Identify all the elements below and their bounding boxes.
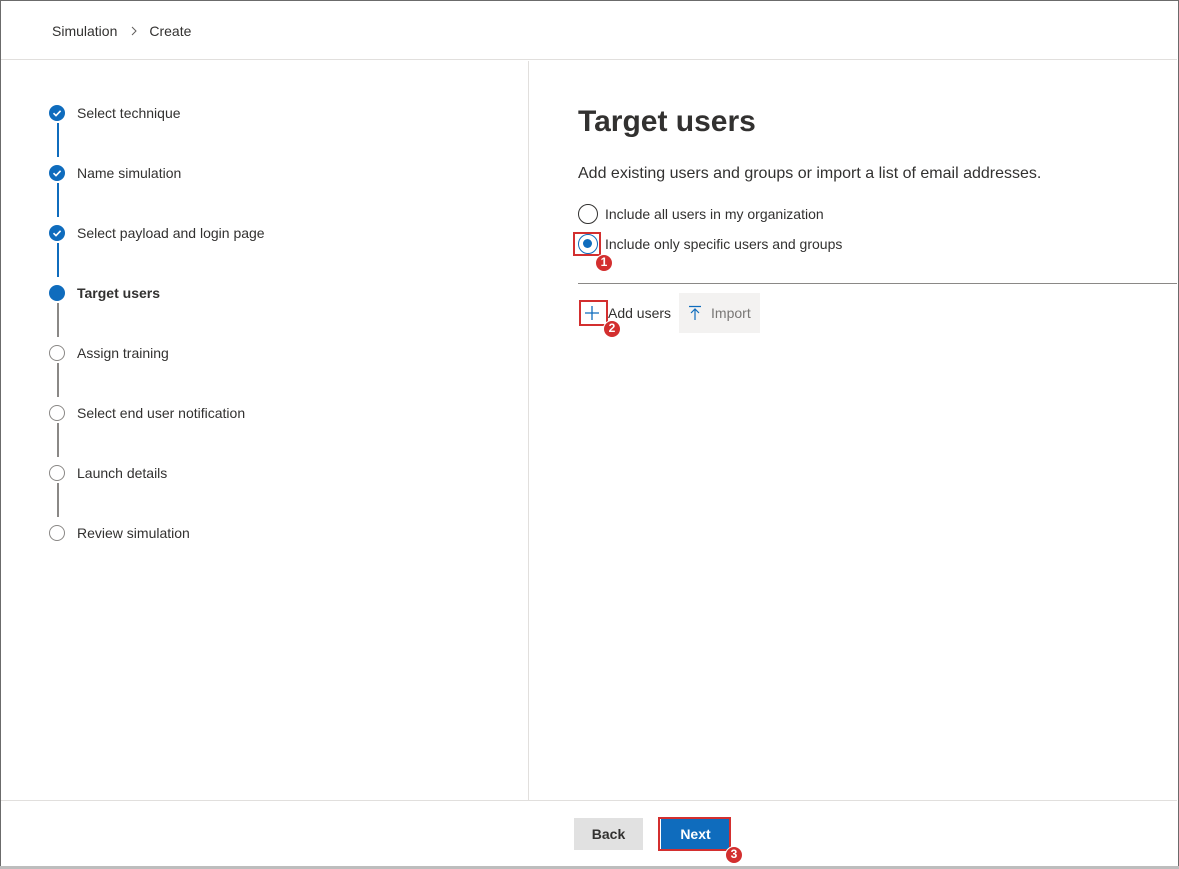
checkmark-icon — [49, 165, 65, 181]
annotation-badge-3: 3 — [725, 846, 743, 864]
step-label: Select payload and login page — [77, 225, 265, 241]
step-connector — [57, 123, 59, 157]
pending-step-circle-icon — [49, 465, 65, 481]
back-button[interactable]: Back — [574, 818, 643, 850]
breadcrumb-create: Create — [149, 23, 192, 39]
radio-button[interactable] — [578, 204, 598, 224]
radio-specific-users[interactable]: Include only specific users and groups — [578, 234, 842, 254]
step-select-technique[interactable]: Select technique — [49, 103, 181, 123]
step-name-simulation[interactable]: Name simulation — [49, 163, 181, 183]
checkmark-icon — [49, 105, 65, 121]
annotation-highlight-add-users — [579, 300, 608, 326]
page-description: Add existing users and groups or import … — [578, 165, 1042, 182]
import-button[interactable]: Import — [679, 293, 760, 333]
pending-step-circle-icon — [49, 405, 65, 421]
step-label: Name simulation — [77, 165, 182, 181]
step-assign-training[interactable]: Assign training — [49, 343, 169, 363]
step-label: Target users — [77, 285, 160, 301]
step-connector — [57, 483, 59, 517]
step-label: Select end user notification — [77, 405, 246, 421]
current-step-dot-icon — [49, 285, 65, 301]
step-target-users[interactable]: Target users — [49, 283, 160, 303]
step-connector — [57, 243, 59, 277]
step-label: Launch details — [77, 465, 168, 481]
main-content: Target users Add existing users and grou… — [530, 61, 1177, 800]
step-launch-details[interactable]: Launch details — [49, 463, 167, 483]
chevron-right-icon — [132, 26, 138, 36]
annotation-highlight-radio — [573, 232, 601, 256]
add-users-label: Add users — [608, 305, 672, 321]
pending-step-circle-icon — [49, 525, 65, 541]
step-connector — [57, 303, 59, 337]
checkmark-icon — [49, 225, 65, 241]
step-label: Select technique — [77, 105, 181, 121]
step-connector — [57, 363, 59, 397]
step-end-user-notification[interactable]: Select end user notification — [49, 403, 245, 423]
radio-label: Include all users in my organization — [605, 206, 824, 222]
breadcrumb: Simulation Create — [52, 23, 191, 39]
section-divider — [578, 283, 1177, 284]
step-connector — [57, 183, 59, 217]
annotation-badge-1: 1 — [595, 254, 613, 272]
step-connector — [57, 423, 59, 457]
radio-label: Include only specific users and groups — [605, 236, 843, 252]
page-title: Target users — [578, 105, 756, 138]
upload-icon — [689, 305, 702, 320]
step-label: Assign training — [77, 345, 169, 361]
step-review-simulation[interactable]: Review simulation — [49, 523, 190, 543]
wizard-footer: Back Next — [1, 800, 1177, 867]
annotation-highlight-next — [658, 817, 731, 851]
wizard-steps-panel: Select technique Name simulation Select … — [1, 61, 529, 800]
import-label: Import — [711, 305, 751, 321]
step-label: Review simulation — [77, 525, 190, 541]
step-select-payload[interactable]: Select payload and login page — [49, 223, 265, 243]
radio-all-users[interactable]: Include all users in my organization — [578, 204, 824, 224]
pending-step-circle-icon — [49, 345, 65, 361]
breadcrumb-simulation[interactable]: Simulation — [52, 23, 117, 39]
annotation-badge-2: 2 — [603, 320, 621, 338]
page-header: Simulation Create — [1, 1, 1177, 60]
